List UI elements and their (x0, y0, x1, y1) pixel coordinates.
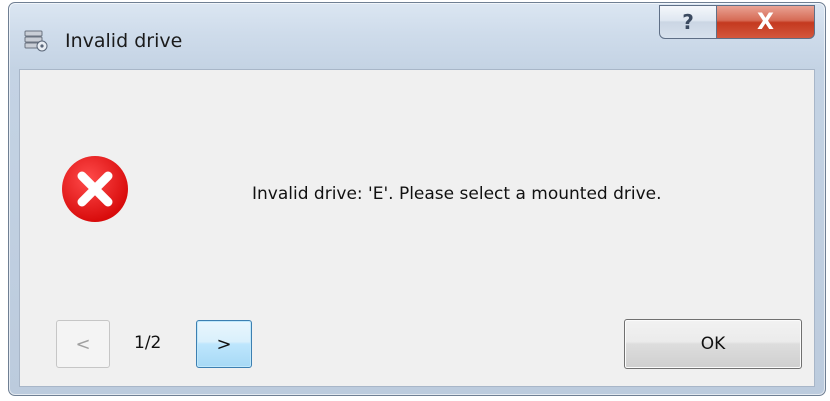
close-icon: X (757, 9, 774, 35)
caption-buttons: ? X (659, 5, 815, 41)
close-button[interactable]: X (717, 5, 815, 39)
next-button[interactable]: > (196, 320, 252, 368)
dialog-window: Invalid drive ? X Invalid drive: 'E'. Pl… (8, 2, 826, 396)
error-message: Invalid drive: 'E'. Please select a moun… (252, 184, 662, 204)
page-indicator: 1/2 (134, 333, 162, 353)
drive-icon (23, 27, 49, 53)
previous-button[interactable]: < (56, 320, 110, 368)
dialog-body: Invalid drive: 'E'. Please select a moun… (19, 69, 815, 387)
help-button[interactable]: ? (659, 5, 717, 39)
title-bar[interactable]: Invalid drive ? X (9, 3, 825, 69)
ok-button[interactable]: OK (624, 319, 802, 369)
next-label: > (216, 333, 232, 355)
error-icon (61, 155, 129, 223)
window-title: Invalid drive (65, 30, 183, 52)
previous-label: < (75, 333, 91, 355)
help-icon: ? (682, 10, 694, 34)
ok-label: OK (700, 334, 726, 354)
